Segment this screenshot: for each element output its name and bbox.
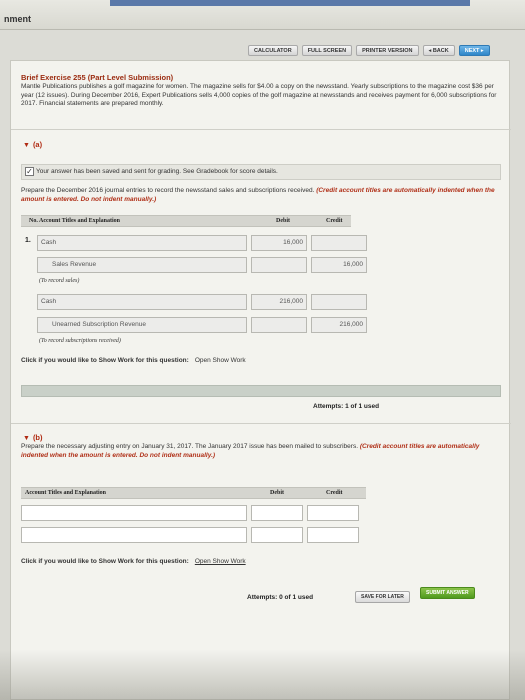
part-b-header[interactable]: ▼ (b) <box>23 433 43 442</box>
part-a-table-header: No. Account Titles and Explanation Debit… <box>21 215 351 227</box>
credit-field-4[interactable]: 216,000 <box>311 317 367 333</box>
debit-field-1[interactable]: 16,000 <box>251 235 307 251</box>
open-show-work-link[interactable]: Open Show Work <box>195 558 246 565</box>
credit-input-b1[interactable] <box>307 505 359 521</box>
entry-note-1: (To record sales) <box>39 278 80 284</box>
debit-field-3[interactable]: 216,000 <box>251 294 307 310</box>
debit-input-b2[interactable] <box>251 527 303 543</box>
debit-field-4[interactable] <box>251 317 307 333</box>
collapse-arrow-icon[interactable]: ▼ <box>23 435 30 442</box>
show-work-label: Click if you would like to Show Work for… <box>21 558 189 565</box>
browser-top-bar: nment <box>0 0 525 30</box>
header-debit: Debit <box>276 218 290 224</box>
part-b-label: (b) <box>32 433 43 442</box>
debit-input-b1[interactable] <box>251 505 303 521</box>
account-field-1[interactable]: Cash <box>37 235 247 251</box>
top-accent-bar <box>110 0 470 6</box>
credit-field-1[interactable] <box>311 235 367 251</box>
attempts-b: Attempts: 0 of 1 used <box>247 594 314 601</box>
credit-input-b2[interactable] <box>307 527 359 543</box>
full-screen-button[interactable]: FULL SCREEN <box>301 45 353 56</box>
saved-message: Your answer has been saved and sent for … <box>36 168 278 175</box>
credit-field-3[interactable] <box>311 294 367 310</box>
submit-answer-button[interactable]: SUBMIT ANSWER <box>420 587 475 599</box>
account-field-2[interactable]: Sales Revenue <box>37 257 247 273</box>
account-input-b2[interactable] <box>21 527 247 543</box>
open-show-work-link[interactable]: Open Show Work <box>195 357 246 364</box>
header-credit: Credit <box>326 218 343 224</box>
part-b-prompt: Prepare the necessary adjusting entry on… <box>21 443 501 460</box>
show-work-label: Click if you would like to Show Work for… <box>21 357 189 364</box>
printer-version-button[interactable]: PRINTER VERSION <box>356 45 419 56</box>
exercise-description: Mantle Publications publishes a golf mag… <box>21 83 497 107</box>
credit-field-2[interactable]: 16,000 <box>311 257 367 273</box>
saved-message-bar: ✓ Your answer has been saved and sent fo… <box>21 164 501 180</box>
header-account: No. Account Titles and Explanation <box>29 218 120 224</box>
divider <box>11 423 511 424</box>
checkmark-icon: ✓ <box>25 167 34 176</box>
account-field-3[interactable]: Cash <box>37 294 247 310</box>
row-number: 1. <box>25 237 31 244</box>
back-button[interactable]: ◂ BACK <box>422 45 455 56</box>
show-work-row-b: Click if you would like to Show Work for… <box>21 558 246 565</box>
account-input-b1[interactable] <box>21 505 247 521</box>
part-a-header[interactable]: ▼ (a) <box>23 140 42 149</box>
header-debit: Debit <box>270 490 284 496</box>
header-account: Account Titles and Explanation <box>25 490 106 496</box>
part-b-prompt-text: Prepare the necessary adjusting entry on… <box>21 443 359 450</box>
attempts-a: Attempts: 1 of 1 used <box>313 403 380 410</box>
question-panel: Brief Exercise 255 (Part Level Submissio… <box>10 60 511 700</box>
account-field-4[interactable]: Unearned Subscription Revenue <box>37 317 247 333</box>
show-work-row-a: Click if you would like to Show Work for… <box>21 357 246 364</box>
show-work-bar <box>21 385 501 397</box>
header-credit: Credit <box>326 490 343 496</box>
part-a-label: (a) <box>32 140 43 149</box>
part-a-prompt: Prepare the December 2016 journal entrie… <box>21 187 501 204</box>
entry-note-2: (To record subscriptions received) <box>39 338 121 344</box>
window-title: nment <box>4 14 31 24</box>
debit-field-2[interactable] <box>251 257 307 273</box>
exercise-title: Brief Exercise 255 (Part Level Submissio… <box>21 73 174 82</box>
collapse-arrow-icon[interactable]: ▼ <box>23 142 30 149</box>
divider <box>11 129 511 130</box>
part-a-prompt-text: Prepare the December 2016 journal entrie… <box>21 187 315 194</box>
calculator-button[interactable]: CALCULATOR <box>248 45 298 56</box>
save-for-later-button[interactable]: SAVE FOR LATER <box>355 591 410 603</box>
next-button[interactable]: NEXT ▸ <box>458 45 490 56</box>
toolbar: CALCULATOR FULL SCREEN PRINTER VERSION ◂… <box>248 45 490 56</box>
part-b-table-header: Account Titles and Explanation Debit Cre… <box>21 487 366 499</box>
